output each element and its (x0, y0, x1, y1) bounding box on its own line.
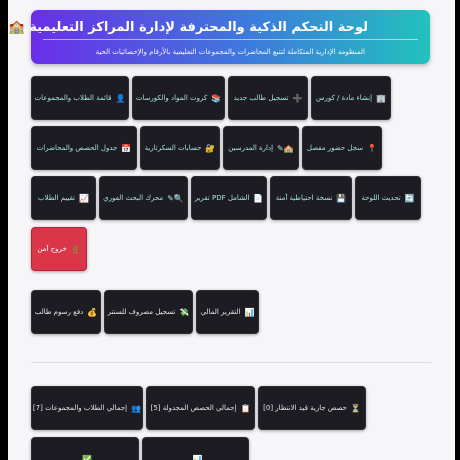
financial-report-button[interactable]: 📊 التقرير المالي (196, 290, 259, 334)
stat-card-partial-2[interactable]: ✅ (31, 437, 139, 460)
pay-student-fees-label: دفع رسوم طالب (34, 308, 84, 316)
pdf-report-button[interactable]: 📄 الشامل PDF تقرير (191, 176, 267, 220)
calendar-icon: 📅 (121, 143, 132, 153)
attendance-log-button[interactable]: 📍 سجل حضور مفصل (302, 126, 382, 170)
pay-student-fees-button[interactable]: 💰 دفع رسوم طالب (31, 290, 101, 334)
attendance-log-label: سجل حضور مفصل (306, 144, 364, 152)
schedule-label: جدول الحصص والمحاضرات (36, 144, 118, 152)
check-icon: ✅ (82, 454, 92, 460)
register-student-label: تسجيل طالب جديد (233, 94, 289, 102)
backup-button[interactable]: 💾 نسخة احتياطية آمنة (270, 176, 352, 220)
instant-search-label: محرك البحث الفوري (103, 194, 164, 202)
money-bag-icon: 💰 (87, 307, 98, 317)
refresh-icon: 🔄 (404, 193, 415, 203)
logout-button[interactable]: 🚪 خروج آمن (31, 227, 87, 271)
student-evaluation-label: تقييم الطلاب (37, 194, 76, 202)
hourglass-icon: ⏳ (350, 403, 361, 413)
dashboard-page: لوحة التحكم الذكية والمحترفة لإدارة المر… (8, 0, 455, 460)
stat-card-partial-1[interactable]: 📊 (142, 437, 249, 460)
stat-pending-label: حصص جارية قيد الانتظار [0] (263, 404, 347, 412)
header-divider (43, 39, 418, 40)
stat-pending-sessions[interactable]: ⏳ حصص جارية قيد الانتظار [0] (258, 386, 366, 430)
books-icon: 📚 (211, 93, 222, 103)
stat-scheduled-sessions[interactable]: 📋 إجمالي الحصص المجدولة [5] (146, 386, 255, 430)
refresh-dashboard-button[interactable]: 🔄 تحديث اللوحة (355, 176, 421, 220)
money-wings-icon: 💸 (179, 307, 190, 317)
school-icon: 🏫 (8, 20, 25, 35)
teacher-icon: 🏫✎ (277, 143, 294, 153)
logout-label: خروج آمن (37, 245, 67, 253)
refresh-dashboard-label: تحديث اللوحة (361, 194, 401, 202)
students-list-button[interactable]: 👤 قائمة الطلاب والمجموعات (31, 76, 129, 120)
manage-teachers-button[interactable]: 🏫✎ إدارة المدرسين (223, 126, 299, 170)
course-cards-button[interactable]: 📚 كروت المواد والكورسات (132, 76, 225, 120)
create-course-label: إنشاء مادة / كورس (315, 94, 373, 102)
disk-icon: 💾 (336, 193, 347, 203)
door-icon: 🚪 (70, 244, 81, 254)
pin-icon: 📍 (367, 143, 378, 153)
page-title-text: لوحة التحكم الذكية والمحترفة لإدارة المر… (29, 20, 368, 35)
lock-icon: 🔐 (205, 143, 216, 153)
chart-up-icon: 📈 (79, 193, 90, 203)
bar-chart-icon: 📊 (244, 307, 255, 317)
register-student-button[interactable]: ➕ تسجيل طالب جديد (228, 76, 308, 120)
stat-students-label: إجمالي الطلاب والمجموعات [7] (32, 404, 128, 412)
header-banner: لوحة التحكم الذكية والمحترفة لإدارة المر… (8, 10, 430, 64)
financial-report-label: التقرير المالي (200, 308, 241, 316)
pdf-report-label: الشامل PDF تقرير (194, 194, 250, 202)
course-cards-label: كروت المواد والكورسات (135, 94, 208, 102)
building-icon: 🏢 (376, 93, 387, 103)
bar-chart-icon: 📊 (192, 454, 203, 460)
instant-search-button[interactable]: 🔍✎ محرك البحث الفوري (99, 176, 188, 220)
section-divider (31, 362, 431, 363)
stat-scheduled-label: إجمالي الحصص المجدولة [5] (150, 404, 237, 412)
record-expense-button[interactable]: 💸 تسجيل مصروف للسنتر (104, 290, 193, 334)
manage-teachers-label: إدارة المدرسين (228, 144, 274, 152)
stat-total-students[interactable]: 👥 إجمالي الطلاب والمجموعات [7] (31, 386, 143, 430)
backup-label: نسخة احتياطية آمنة (275, 194, 333, 202)
secretary-accounts-label: حسابات السكرتارية (144, 144, 202, 152)
page-subtitle: المنظومة الإدارية المتكاملة لتتبع المحاض… (95, 48, 365, 56)
plus-icon: ➕ (292, 93, 303, 103)
clipboard-icon: 📋 (240, 403, 251, 413)
page-title: لوحة التحكم الذكية والمحترفة لإدارة المر… (8, 20, 368, 35)
record-expense-label: تسجيل مصروف للسنتر (107, 308, 176, 316)
user-icon: 👤 (115, 93, 126, 103)
search-icon: 🔍✎ (167, 193, 184, 203)
secretary-accounts-button[interactable]: 🔐 حسابات السكرتارية (140, 126, 220, 170)
create-course-button[interactable]: 🏢 إنشاء مادة / كورس (311, 76, 391, 120)
students-list-label: قائمة الطلاب والمجموعات (34, 94, 112, 102)
document-icon: 📄 (253, 193, 264, 203)
users-icon: 👥 (131, 403, 142, 413)
schedule-button[interactable]: 📅 جدول الحصص والمحاضرات (31, 126, 137, 170)
student-evaluation-button[interactable]: 📈 تقييم الطلاب (31, 176, 96, 220)
